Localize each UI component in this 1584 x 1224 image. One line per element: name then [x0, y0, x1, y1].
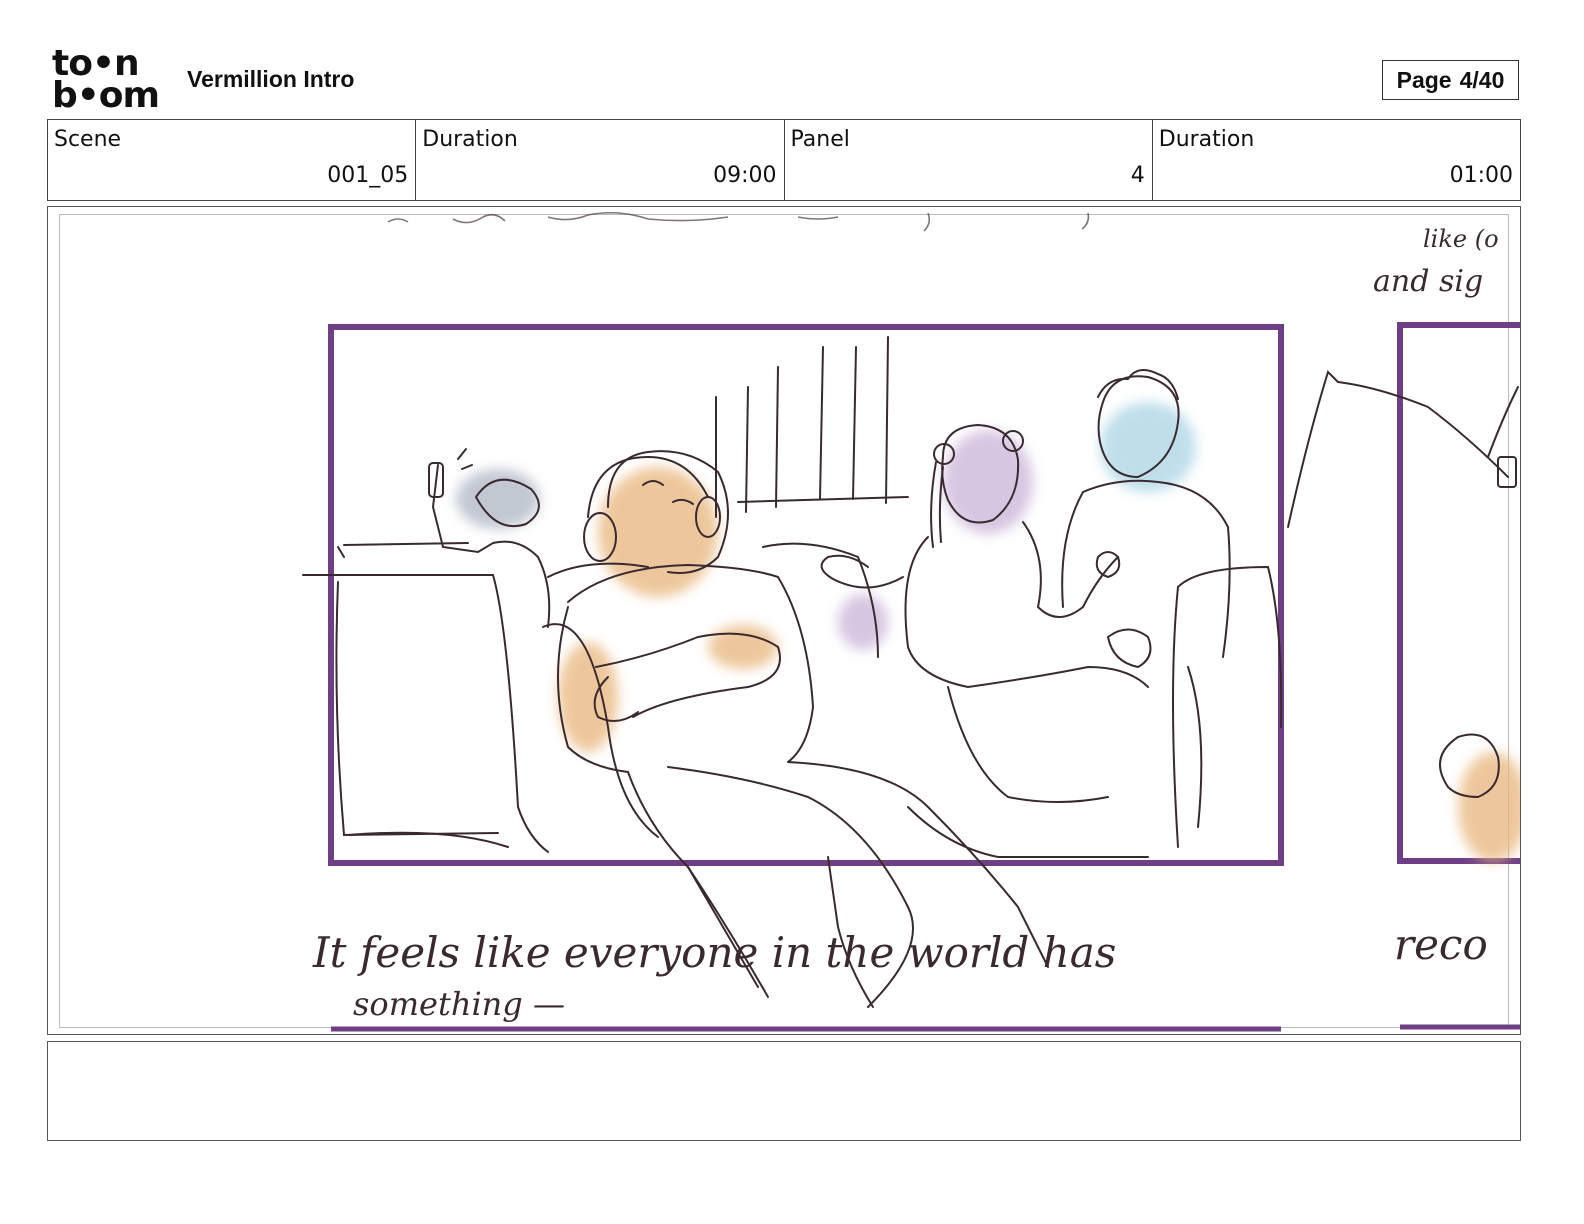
page-label: Page	[1396, 66, 1452, 93]
scene-duration-value: 09:00	[713, 163, 777, 188]
right-top-note-1: like (o	[1423, 225, 1499, 253]
page-indicator: Page 4/40	[1382, 60, 1519, 100]
document-title: Vermillion Intro	[187, 66, 355, 92]
right-caption: reco	[1394, 920, 1488, 969]
panel-sketch-drawing: It feels like everyone in the world has …	[302, 211, 1520, 1032]
panel-notes-box[interactable]	[47, 1041, 1521, 1141]
panel-cell: Panel 4	[785, 120, 1153, 200]
scene-cell: Scene 001_05	[48, 120, 417, 200]
scene-duration-label: Duration	[422, 127, 518, 152]
logo-bottom-text: b•om	[52, 75, 160, 116]
page-value: 4/40	[1459, 66, 1505, 93]
panel-value: 4	[1130, 163, 1145, 188]
right-top-note-2: and sig	[1373, 264, 1483, 299]
panel-duration-value: 01:00	[1449, 163, 1513, 188]
storyboard-panel: It feels like everyone in the world has …	[47, 206, 1521, 1035]
caption-line-1: It feels like everyone in the world has	[312, 928, 1116, 977]
panel-duration-label: Duration	[1158, 127, 1255, 152]
top-scribble	[387, 211, 1090, 232]
logo-top-text: to•n	[52, 43, 140, 84]
caption-line-2: something —	[353, 985, 565, 1023]
scene-label: Scene	[54, 127, 122, 152]
toonboom-logo: to•n b•om	[52, 43, 164, 116]
panel-label: Panel	[790, 127, 850, 152]
panel-duration-cell: Duration 01:00	[1153, 120, 1520, 200]
panel-info-table: Scene 001_05 Duration 09:00 Panel 4 Dura…	[47, 119, 1521, 201]
pencil-lines	[302, 336, 1519, 1008]
scene-duration-cell: Duration 09:00	[416, 120, 785, 200]
scene-value: 001_05	[327, 163, 409, 188]
